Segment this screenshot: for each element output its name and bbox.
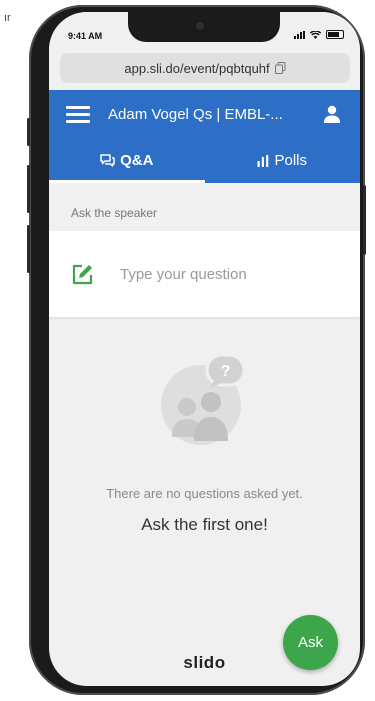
- tab-qa[interactable]: Q&A: [49, 138, 205, 183]
- edit-icon: [72, 264, 93, 285]
- corner-mark: ır: [4, 12, 11, 24]
- user-profile-icon[interactable]: [322, 104, 342, 124]
- empty-questions-illustration-icon: ?: [161, 355, 246, 445]
- status-time: 9:41 AM: [68, 31, 103, 41]
- svg-text:?: ?: [221, 363, 231, 380]
- battery-icon: [326, 30, 344, 39]
- ask-section-label: Ask the speaker: [71, 206, 158, 220]
- empty-state-message: There are no questions asked yet.: [106, 486, 303, 501]
- tab-bar: Q&A Polls: [49, 138, 360, 183]
- tab-polls[interactable]: Polls: [205, 138, 361, 183]
- phone-screen: 9:41 AM app.sli.do/event/pqbtquhf Adam V…: [49, 12, 360, 686]
- empty-state-cta: Ask the first one!: [141, 515, 268, 534]
- hamburger-menu-icon[interactable]: [66, 105, 90, 123]
- chat-icon: [100, 154, 115, 167]
- status-icons: [294, 30, 344, 39]
- question-input[interactable]: [118, 264, 342, 284]
- browser-url-bar[interactable]: app.sli.do/event/pqbtquhf: [60, 53, 350, 83]
- event-title: Adam Vogel Qs | EMBL-...: [108, 105, 283, 123]
- phone-notch: [128, 12, 280, 42]
- camera-icon: [196, 22, 204, 30]
- phone-volume-up-button: [27, 165, 30, 213]
- tab-polls-label: Polls: [274, 152, 307, 169]
- phone-side-button: [27, 118, 30, 146]
- signal-icon: [294, 30, 305, 39]
- copy-icon[interactable]: [274, 62, 286, 74]
- question-box[interactable]: [49, 231, 360, 317]
- phone-volume-down-button: [27, 225, 30, 273]
- url-text: app.sli.do/event/pqbtquhf: [124, 60, 270, 76]
- wifi-icon: [310, 30, 321, 39]
- tab-qa-label: Q&A: [120, 152, 154, 169]
- bar-chart-icon: [257, 154, 269, 167]
- ask-button[interactable]: Ask: [283, 615, 338, 670]
- app-header: Adam Vogel Qs | EMBL-...: [49, 90, 360, 138]
- phone-power-button: [363, 185, 366, 255]
